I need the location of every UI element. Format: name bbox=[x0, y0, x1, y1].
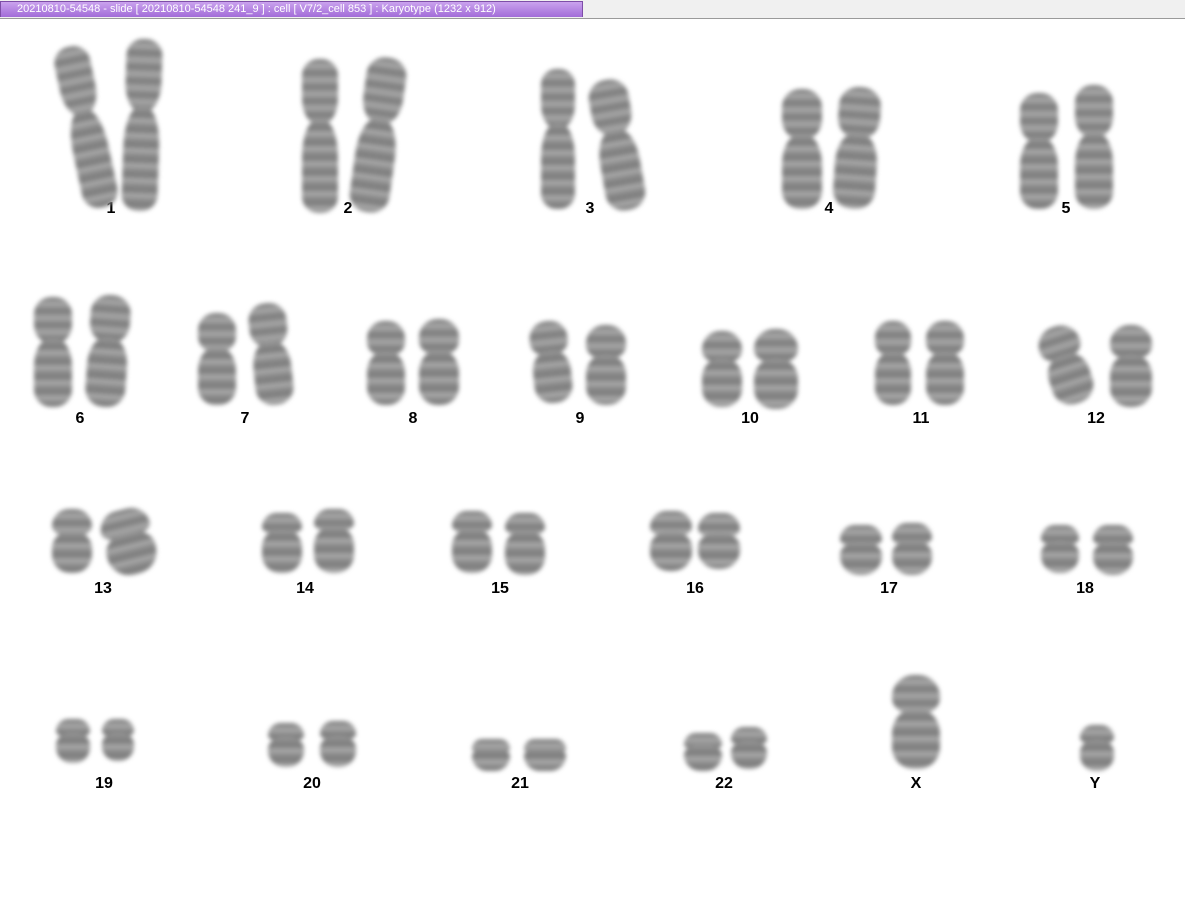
chromosome-17-1[interactable] bbox=[840, 525, 882, 575]
chromosome-label-17: 17 bbox=[880, 580, 898, 597]
chromosome-label-22: 22 bbox=[715, 775, 733, 792]
chromosome-2-1[interactable] bbox=[302, 59, 338, 213]
chromosome-22-1[interactable] bbox=[684, 733, 722, 771]
chromosome-5-1[interactable] bbox=[1020, 93, 1058, 209]
chromosome-19-2[interactable] bbox=[102, 719, 134, 761]
chromosome-label-6: 6 bbox=[75, 410, 85, 427]
chromosome-3-1[interactable] bbox=[541, 69, 575, 209]
chromosome-8-1[interactable] bbox=[367, 321, 405, 405]
chromosome-label-10: 10 bbox=[741, 410, 759, 427]
chromosome-label-y: Y bbox=[1089, 775, 1101, 792]
chromosome-4-1[interactable] bbox=[782, 89, 822, 209]
chromosome-4-2[interactable] bbox=[831, 85, 883, 211]
chromosome-15-2[interactable] bbox=[505, 513, 545, 575]
chromosome-2-2[interactable] bbox=[347, 54, 409, 216]
chromosome-16-2[interactable] bbox=[698, 513, 740, 569]
chromosome-label-15: 15 bbox=[491, 580, 509, 597]
chromosome-5-2[interactable] bbox=[1075, 85, 1113, 209]
chromosome-x-1[interactable] bbox=[892, 675, 940, 769]
chromosome-label-18: 18 bbox=[1076, 580, 1094, 597]
chromosome-7-1[interactable] bbox=[198, 313, 236, 405]
chromosome-3-2[interactable] bbox=[585, 76, 649, 214]
chromosome-label-11: 11 bbox=[912, 410, 930, 427]
chromosome-18-2[interactable] bbox=[1093, 525, 1133, 575]
chromosome-12-1[interactable] bbox=[1033, 320, 1099, 410]
chromosome-label-3: 3 bbox=[585, 200, 595, 217]
chromosome-21-2[interactable] bbox=[524, 739, 566, 771]
chromosome-label-20: 20 bbox=[303, 775, 321, 792]
chromosome-7-2[interactable] bbox=[246, 301, 296, 407]
chromosome-12-2[interactable] bbox=[1110, 325, 1152, 407]
chromosome-label-5: 5 bbox=[1061, 200, 1071, 217]
window-title-strip: 20210810-54548 - slide [ 20210810-54548 … bbox=[0, 0, 1185, 19]
chromosome-21-1[interactable] bbox=[472, 739, 510, 771]
chromosome-label-12: 12 bbox=[1087, 410, 1105, 427]
chromosome-14-2[interactable] bbox=[314, 509, 354, 573]
chromosome-22-2[interactable] bbox=[731, 727, 767, 769]
karyotype-canvas: 1 2 3 4 5 6 7 8 9 10 11 12 13 14 15 16 1… bbox=[0, 19, 1185, 911]
chromosome-label-16: 16 bbox=[686, 580, 704, 597]
chromosome-14-1[interactable] bbox=[262, 513, 302, 573]
chromosome-1-2[interactable] bbox=[121, 38, 163, 212]
chromosome-8-2[interactable] bbox=[419, 319, 459, 405]
chromosome-label-7: 7 bbox=[240, 410, 250, 427]
chromosome-19-1[interactable] bbox=[56, 719, 90, 763]
chromosome-label-19: 19 bbox=[95, 775, 113, 792]
chromosome-13-2[interactable] bbox=[96, 503, 162, 581]
chromosome-label-8: 8 bbox=[408, 410, 418, 427]
chromosome-6-2[interactable] bbox=[84, 293, 132, 409]
chromosome-label-9: 9 bbox=[575, 410, 585, 427]
window-title-tab[interactable]: 20210810-54548 - slide [ 20210810-54548 … bbox=[0, 1, 583, 17]
chromosome-18-1[interactable] bbox=[1041, 525, 1079, 573]
chromosome-15-1[interactable] bbox=[452, 511, 492, 573]
chromosome-20-1[interactable] bbox=[268, 723, 304, 767]
chromosome-9-2[interactable] bbox=[586, 325, 626, 405]
chromosome-label-13: 13 bbox=[94, 580, 112, 597]
chromosome-11-1[interactable] bbox=[875, 321, 911, 405]
chromosome-1-1[interactable] bbox=[51, 43, 121, 211]
chromosome-y-1[interactable] bbox=[1080, 725, 1114, 771]
chromosome-13-1[interactable] bbox=[52, 509, 92, 573]
chromosome-17-2[interactable] bbox=[892, 523, 932, 575]
chromosome-label-14: 14 bbox=[296, 580, 314, 597]
chromosome-9-1[interactable] bbox=[527, 319, 575, 405]
chromosome-6-1[interactable] bbox=[34, 297, 72, 407]
chromosome-11-2[interactable] bbox=[926, 321, 964, 405]
chromosome-label-21: 21 bbox=[511, 775, 529, 792]
chromosome-10-1[interactable] bbox=[702, 331, 742, 407]
chromosome-16-1[interactable] bbox=[650, 511, 692, 571]
chromosome-20-2[interactable] bbox=[320, 721, 356, 767]
chromosome-10-2[interactable] bbox=[754, 329, 798, 409]
chromosome-label-x: X bbox=[910, 775, 922, 792]
